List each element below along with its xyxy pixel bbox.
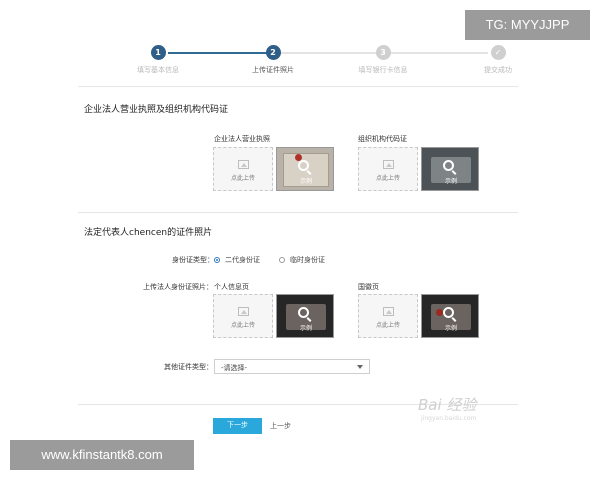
step-label: 提交成功 [484,66,512,74]
watermark-text: Bai 经验 [418,396,477,414]
site-overlay-badge: www.kfinstantk8.com [10,440,194,470]
business-license-sample[interactable]: 示例 [276,147,334,191]
divider [78,212,518,213]
radio-label: 二代身份证 [225,256,260,264]
radio-icon [279,257,285,263]
org-code-caption: 组织机构代码证 [358,135,407,143]
upload-text: 点此上传 [375,322,400,329]
radio-temporary-id[interactable]: 临时身份证 [279,255,325,265]
other-type-label: 其他证件类型： [164,363,213,371]
magnifier-icon [298,307,309,318]
progress-steps: 1 填写基本信息 2 上传证件照片 3 填写银行卡信息 ✓ 提交成功 [128,44,512,75]
id-back-sample[interactable]: 示例 [421,294,479,338]
baidu-watermark: Bai 经验 jingyan.baidu.com [418,394,476,422]
step-number: 3 [375,45,391,60]
step-2: 2 上传证件照片 [233,44,313,75]
step-number: 2 [265,45,281,60]
image-icon [382,160,394,169]
radio-second-gen-id[interactable]: 二代身份证 [214,255,260,265]
step-label: 填写银行卡信息 [358,66,408,74]
magnifier-icon [298,160,309,171]
step-label: 上传证件照片 [252,66,294,74]
step-label: 填写基本信息 [137,66,179,74]
back-caption: 国徽页 [358,283,379,291]
sample-label: 示例 [444,178,457,185]
sample-label: 示例 [299,325,312,332]
watermark-subtext: jingyan.baidu.com [421,415,477,422]
id-front-upload[interactable]: 点此上传 [213,294,273,338]
image-icon [237,160,249,169]
step-1: 1 填写基本信息 [118,44,198,75]
upload-id-label: 上传法人身份证照片： [143,283,213,291]
other-id-type-select[interactable]: -请选择- [214,359,370,374]
tg-overlay-badge: TG: MYYJJPP [465,10,590,40]
sample-label: 示例 [299,178,312,185]
select-value: -请选择- [221,364,248,372]
emblem-mark [436,309,443,316]
image-icon [237,307,249,316]
check-icon: ✓ [490,45,506,60]
divider [78,86,518,87]
section-title-license: 企业法人营业执照及组织机构代码证 [84,105,229,115]
image-icon [382,307,394,316]
org-code-sample[interactable]: 示例 [421,147,479,191]
id-type-label: 身份证类型： [172,256,214,264]
chevron-down-icon [357,365,363,369]
next-button[interactable]: 下一步 [213,418,262,434]
magnifier-icon [443,307,454,318]
radio-label: 临时身份证 [290,256,325,264]
id-front-sample[interactable]: 示例 [276,294,334,338]
upload-text: 点此上传 [230,322,255,329]
upload-text: 点此上传 [375,175,400,182]
step-3: 3 填写银行卡信息 [343,44,423,75]
upload-text: 点此上传 [230,175,255,182]
org-code-upload[interactable]: 点此上传 [358,147,418,191]
radio-selected-icon [214,257,220,263]
business-license-caption: 企业法人营业执照 [214,135,270,143]
step-4: ✓ 提交成功 [458,44,538,75]
section-title-legal-rep: 法定代表人chencen的证件照片 [84,228,213,238]
business-license-upload[interactable]: 点此上传 [213,147,273,191]
sample-label: 示例 [444,325,457,332]
upload-documents-page: 1 填写基本信息 2 上传证件照片 3 填写银行卡信息 ✓ 提交成功 企业法人营… [0,0,600,480]
front-caption: 个人信息页 [214,283,249,291]
magnifier-icon [443,160,454,171]
id-back-upload[interactable]: 点此上传 [358,294,418,338]
step-number: 1 [150,45,166,60]
prev-link[interactable]: 上一步 [270,418,291,434]
